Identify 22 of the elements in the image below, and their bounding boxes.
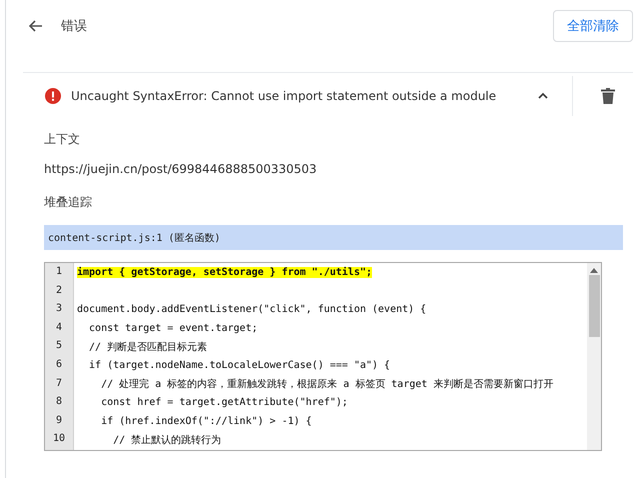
delete-icon[interactable]: [601, 88, 615, 104]
line-number: 2: [54, 284, 64, 298]
line-number: 4: [54, 320, 64, 335]
error-icon: [45, 88, 61, 104]
scroll-up-icon[interactable]: [590, 267, 598, 273]
line-number: 1: [54, 265, 64, 279]
scrollbar[interactable]: [587, 263, 601, 450]
section-label: 上下文: [44, 131, 81, 148]
stack-frame[interactable]: content-script.js:1 (匿名函数): [44, 225, 623, 250]
line-number: 10: [52, 432, 66, 446]
line-number: 7: [54, 376, 64, 391]
error-message: Uncaught SyntaxError: Cannot use import statement outside a module: [71, 89, 498, 103]
line-number: 6: [54, 358, 64, 372]
context-url: https://juejin.cn/post/6998446888500330503: [44, 162, 318, 176]
page-title: 错误: [61, 18, 88, 35]
section-label: 堆叠追踪: [44, 194, 93, 211]
line-number: 3: [54, 302, 64, 316]
back-arrow-icon[interactable]: [27, 18, 43, 34]
line-number: 9: [54, 414, 64, 428]
clear-all-button[interactable]: 全部清除: [553, 10, 633, 42]
line-number: 5: [54, 339, 64, 354]
line-number: 8: [54, 395, 64, 410]
